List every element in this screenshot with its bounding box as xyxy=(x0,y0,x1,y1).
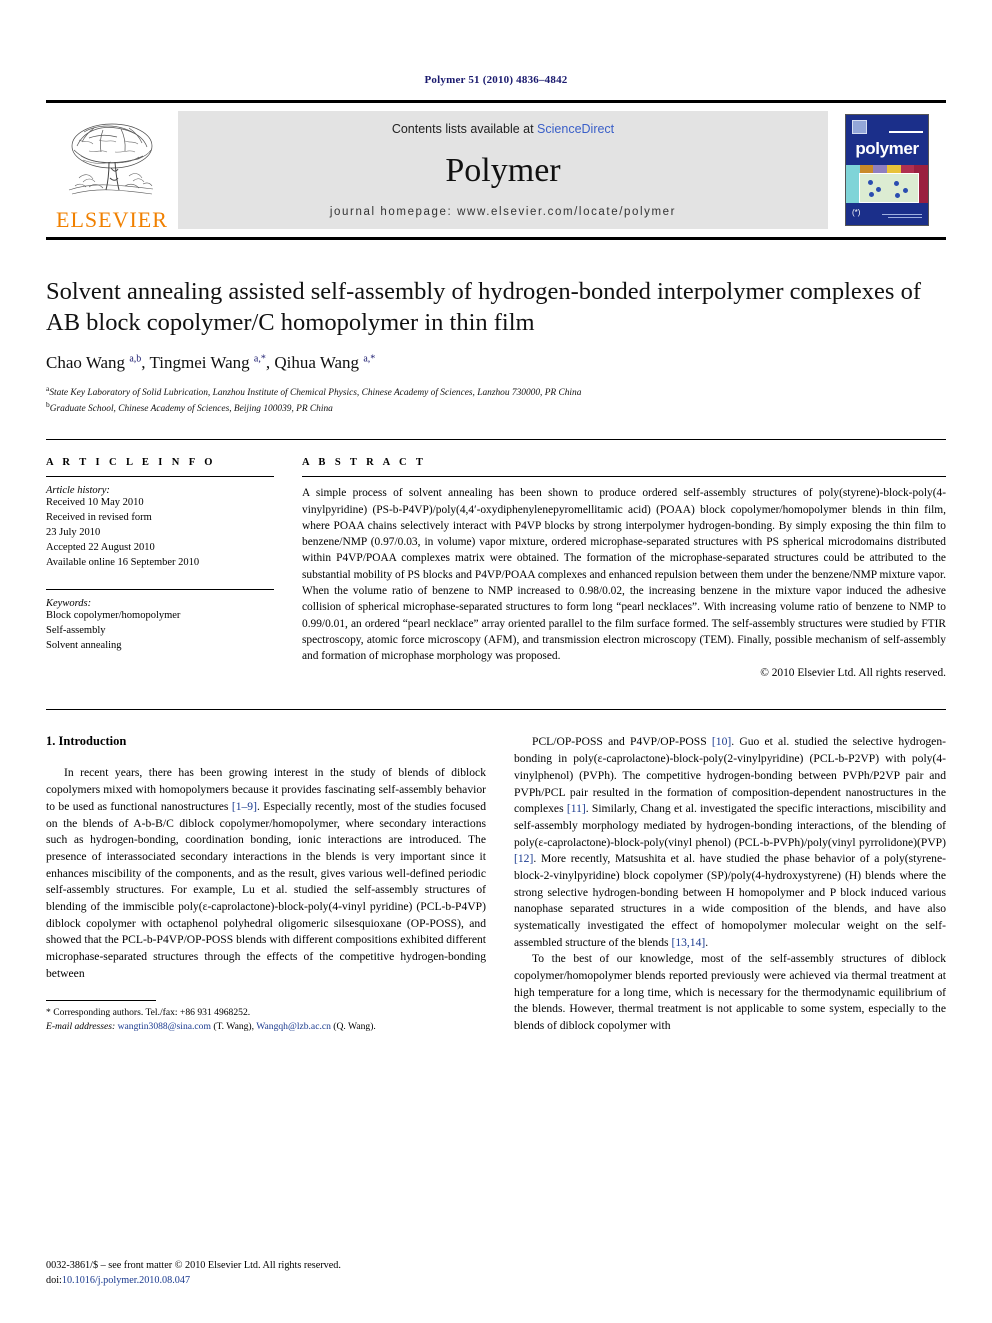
abstract-label: A B S T R A C T xyxy=(302,457,427,469)
contents-prefix: Contents lists available at xyxy=(391,122,538,136)
paper-page: Polymer 51 (2010) 4836–4842 ELSEVIER Con… xyxy=(0,0,992,1323)
cover-rule xyxy=(889,131,923,133)
body-column-left: 1. Introduction In recent years, there h… xyxy=(46,734,486,1034)
affiliation-a: aState Key Laboratory of Solid Lubricati… xyxy=(46,383,582,398)
abstract-text: A simple process of solvent annealing ha… xyxy=(302,487,946,663)
imprint-block: 0032-3861/$ – see front matter © 2010 El… xyxy=(46,1259,341,1289)
title-block: Solvent annealing assisted self-assembly… xyxy=(46,276,946,417)
elsevier-wordmark: ELSEVIER xyxy=(56,207,168,232)
cover-journal-name: polymer xyxy=(855,139,919,158)
doi-line: doi:10.1016/j.polymer.2010.08.047 xyxy=(46,1275,191,1287)
elsevier-logo: ELSEVIER xyxy=(46,103,178,237)
divider xyxy=(46,588,274,590)
keyword-item: Block copolymer/homopolymer xyxy=(46,609,181,621)
divider xyxy=(46,476,274,478)
abstract-copyright: © 2010 Elsevier Ltd. All rights reserved… xyxy=(760,667,946,680)
page-title: Solvent annealing assisted self-assembly… xyxy=(46,278,921,337)
journal-homepage-link[interactable]: journal homepage: www.elsevier.com/locat… xyxy=(330,206,676,218)
history-item: 23 July 2010 xyxy=(46,527,101,539)
affiliations: aState Key Laboratory of Solid Lubricati… xyxy=(46,384,946,418)
keyword-item: Self-assembly xyxy=(46,624,106,636)
journal-cover-area: polymer (*) xyxy=(828,103,946,237)
sciencedirect-link[interactable]: ScienceDirect xyxy=(537,122,614,136)
article-history-heading: Article history: xyxy=(46,485,110,497)
cover-inset-diagram xyxy=(859,173,919,203)
info-abstract-section: A R T I C L E I N F O Article history: R… xyxy=(46,439,946,679)
doi-link[interactable]: 10.1016/j.polymer.2010.08.047 xyxy=(62,1275,190,1286)
footnote-divider xyxy=(46,1000,156,1002)
keyword-item: Solvent annealing xyxy=(46,639,122,651)
history-item: Accepted 22 August 2010 xyxy=(46,541,155,553)
contents-available-line: Contents lists available at ScienceDirec… xyxy=(392,122,614,136)
cover-symbol-icon: (*) xyxy=(852,208,861,217)
keywords-list: Block copolymer/homopolymer Self-assembl… xyxy=(46,609,274,654)
history-item: Received 10 May 2010 xyxy=(46,497,144,509)
journal-banner: ELSEVIER Contents lists available at Sci… xyxy=(46,100,946,240)
elsevier-tree-icon xyxy=(68,123,154,195)
section-heading-introduction: 1. Introduction xyxy=(46,734,127,749)
paragraph: To the best of our knowledge, most of th… xyxy=(514,952,946,1033)
running-head: Polymer 51 (2010) 4836–4842 xyxy=(424,74,568,86)
journal-title: Polymer xyxy=(445,152,561,189)
affiliation-b: bGraduate School, Chinese Academy of Sci… xyxy=(46,400,333,415)
footnote-area: * Corresponding authors. Tel./fax: +86 9… xyxy=(46,1000,486,1035)
author-list: Chao Wang a,b, Tingmei Wang a,*, Qihua W… xyxy=(46,352,376,372)
body-section: 1. Introduction In recent years, there h… xyxy=(46,709,946,1034)
cover-footer: (*) xyxy=(846,205,928,221)
banner-center: Contents lists available at ScienceDirec… xyxy=(178,111,828,229)
article-history-list: Received 10 May 2010 Received in revised… xyxy=(46,496,274,571)
journal-cover-thumbnail: polymer (*) xyxy=(845,114,929,226)
issn-line: 0032-3861/$ – see front matter © 2010 El… xyxy=(46,1260,341,1272)
abstract-column: A B S T R A C T A simple process of solv… xyxy=(302,457,946,679)
paragraph: PCL/OP-POSS and P4VP/OP-POSS [10]. Guo e… xyxy=(514,735,946,949)
email-addresses-note: E-mail addresses: wangtin3088@sina.com (… xyxy=(46,1021,376,1033)
cover-badge-icon xyxy=(852,120,867,134)
paragraph: In recent years, there has been growing … xyxy=(46,766,487,980)
article-info-label: A R T I C L E I N F O xyxy=(46,457,216,469)
divider xyxy=(302,476,946,478)
history-item: Received in revised form xyxy=(46,512,152,524)
corresponding-author-note: * Corresponding authors. Tel./fax: +86 9… xyxy=(46,1007,251,1019)
body-column-right: PCL/OP-POSS and P4VP/OP-POSS [10]. Guo e… xyxy=(514,734,946,1034)
history-item: Available online 16 September 2010 xyxy=(46,556,200,568)
keywords-heading: Keywords: xyxy=(46,597,92,609)
article-info-column: A R T I C L E I N F O Article history: R… xyxy=(46,457,274,679)
